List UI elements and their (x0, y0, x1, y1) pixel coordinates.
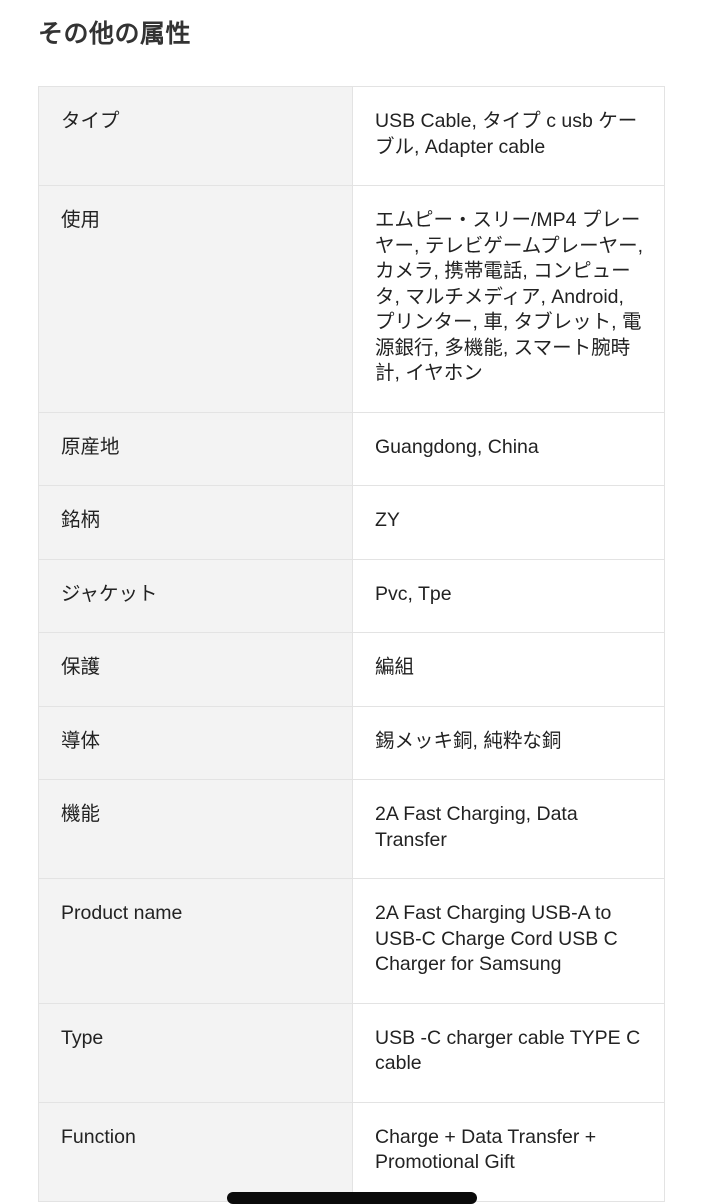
table-row: Product name 2A Fast Charging USB-A to U… (38, 878, 665, 1004)
table-row: 原産地 Guangdong, China (38, 411, 665, 486)
attribute-value: Charge + Data Transfer + Promotional Gif… (352, 1101, 665, 1202)
home-indicator[interactable] (227, 1192, 477, 1204)
attribute-key: Type (38, 1002, 353, 1103)
attribute-value: Pvc, Tpe (352, 558, 665, 633)
attribute-value: 2A Fast Charging USB-A to USB-C Charge C… (352, 878, 665, 1004)
attribute-key: 原産地 (38, 411, 353, 486)
table-row: タイプ USB Cable, タイプ c usb ケーブル, Adapter c… (38, 86, 665, 186)
attribute-key: 導体 (38, 705, 353, 780)
attribute-key: 使用 (38, 185, 353, 413)
table-row: 保護 編組 (38, 632, 665, 707)
attribute-value: USB -C charger cable TYPE C cable (352, 1002, 665, 1103)
attribute-key: タイプ (38, 86, 353, 186)
table-row: Function Charge + Data Transfer + Promot… (38, 1101, 665, 1202)
attribute-key: 保護 (38, 632, 353, 707)
attribute-value: USB Cable, タイプ c usb ケーブル, Adapter cable (352, 86, 665, 186)
table-row: 導体 錫メッキ銅, 純粋な銅 (38, 705, 665, 780)
table-row: 銘柄 ZY (38, 485, 665, 560)
section-title: その他の属性 (38, 20, 192, 48)
attribute-value: 2A Fast Charging, Data Transfer (352, 779, 665, 879)
attribute-value: 編組 (352, 632, 665, 707)
attribute-value: Guangdong, China (352, 411, 665, 486)
attributes-table: タイプ USB Cable, タイプ c usb ケーブル, Adapter c… (38, 86, 665, 1202)
attribute-key: Function (38, 1101, 353, 1202)
attribute-key: 銘柄 (38, 485, 353, 560)
attribute-value: ZY (352, 485, 665, 560)
attribute-value: 錫メッキ銅, 純粋な銅 (352, 705, 665, 780)
table-row: 使用 エムピー・スリー/MP4 プレーヤー, テレビゲームプレーヤー, カメラ,… (38, 185, 665, 413)
table-row: Type USB -C charger cable TYPE C cable (38, 1002, 665, 1103)
table-row: ジャケット Pvc, Tpe (38, 558, 665, 633)
attribute-key: ジャケット (38, 558, 353, 633)
attribute-key: 機能 (38, 779, 353, 879)
attribute-key: Product name (38, 878, 353, 1004)
table-row: 機能 2A Fast Charging, Data Transfer (38, 779, 665, 879)
attribute-value: エムピー・スリー/MP4 プレーヤー, テレビゲームプレーヤー, カメラ, 携帯… (352, 185, 665, 413)
